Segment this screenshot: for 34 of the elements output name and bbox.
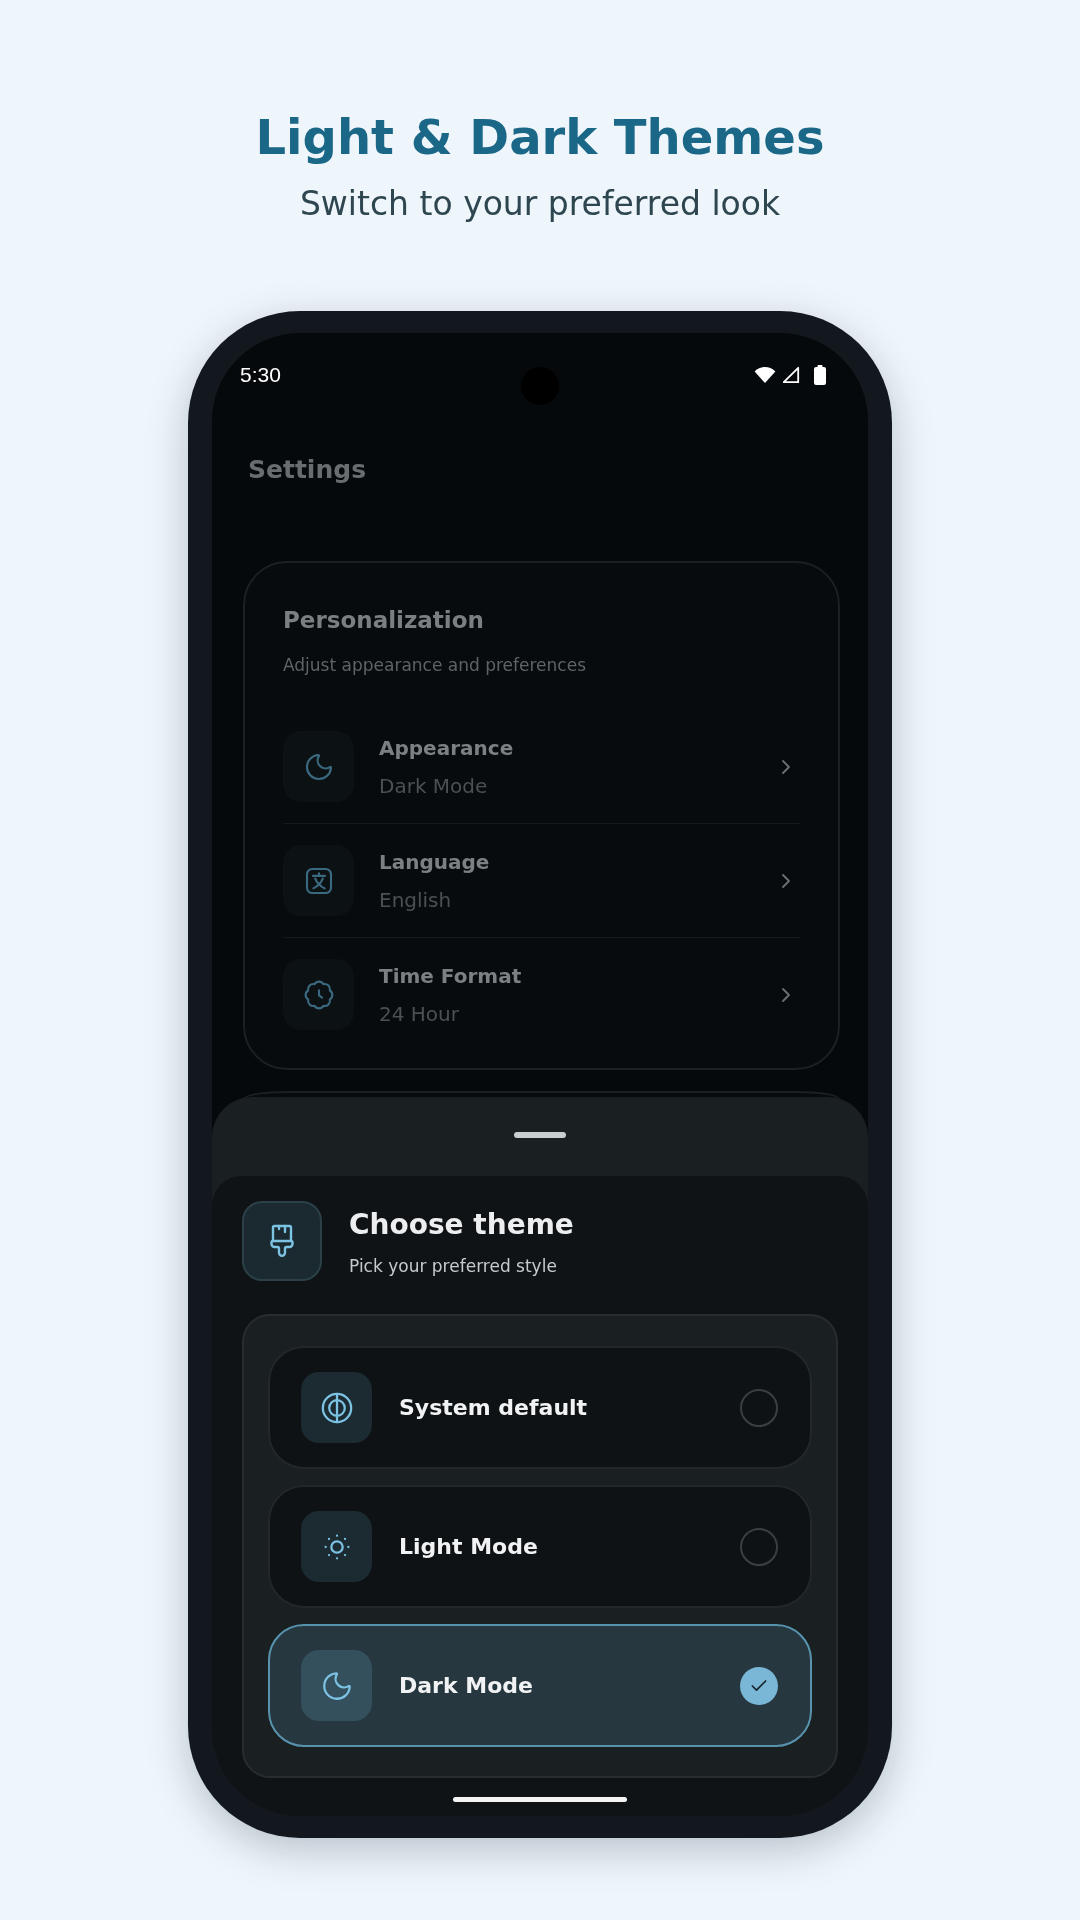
sheet-subtitle: Pick your preferred style <box>349 1255 558 1277</box>
settings-row[interactable]: Language English <box>283 824 800 938</box>
drag-handle[interactable] <box>514 1132 566 1138</box>
row-title: Time Format <box>379 962 522 989</box>
sun-icon <box>301 1511 372 1582</box>
circle-line-icon <box>301 1372 372 1443</box>
radio-icon <box>740 1527 778 1566</box>
settings-row[interactable]: Time Format 24 Hour <box>283 938 800 1051</box>
page-title: Light & Dark Themes <box>255 108 825 167</box>
clock-badge-icon <box>283 959 354 1030</box>
moon-icon <box>283 731 354 802</box>
theme-option[interactable]: System default <box>268 1346 812 1469</box>
page-subtitle: Switch to your preferred look <box>299 184 781 224</box>
sheet-title: Choose theme <box>349 1208 574 1242</box>
settings-row[interactable]: Appearance Dark Mode <box>283 710 800 824</box>
moon-icon <box>301 1650 372 1721</box>
screen-title: Settings <box>248 455 367 485</box>
battery-icon <box>814 365 826 385</box>
wifi-icon <box>754 366 776 384</box>
status-time: 5:30 <box>240 363 281 387</box>
card-subtitle: Adjust appearance and preferences <box>283 654 588 676</box>
theme-option[interactable]: Light Mode <box>268 1485 812 1608</box>
row-value: Dark Mode <box>379 772 489 799</box>
row-value: English <box>379 886 453 913</box>
radio-checked-icon <box>740 1666 778 1705</box>
theme-option[interactable]: Dark Mode <box>268 1624 812 1747</box>
translate-icon <box>283 845 354 916</box>
paintbrush-icon <box>242 1201 322 1281</box>
signal-icon <box>782 366 800 384</box>
row-title: Language <box>379 848 490 875</box>
card-title: Personalization <box>283 606 485 635</box>
row-value: 24 Hour <box>379 1000 460 1027</box>
row-title: Appearance <box>379 734 514 761</box>
radio-icon <box>740 1388 778 1427</box>
